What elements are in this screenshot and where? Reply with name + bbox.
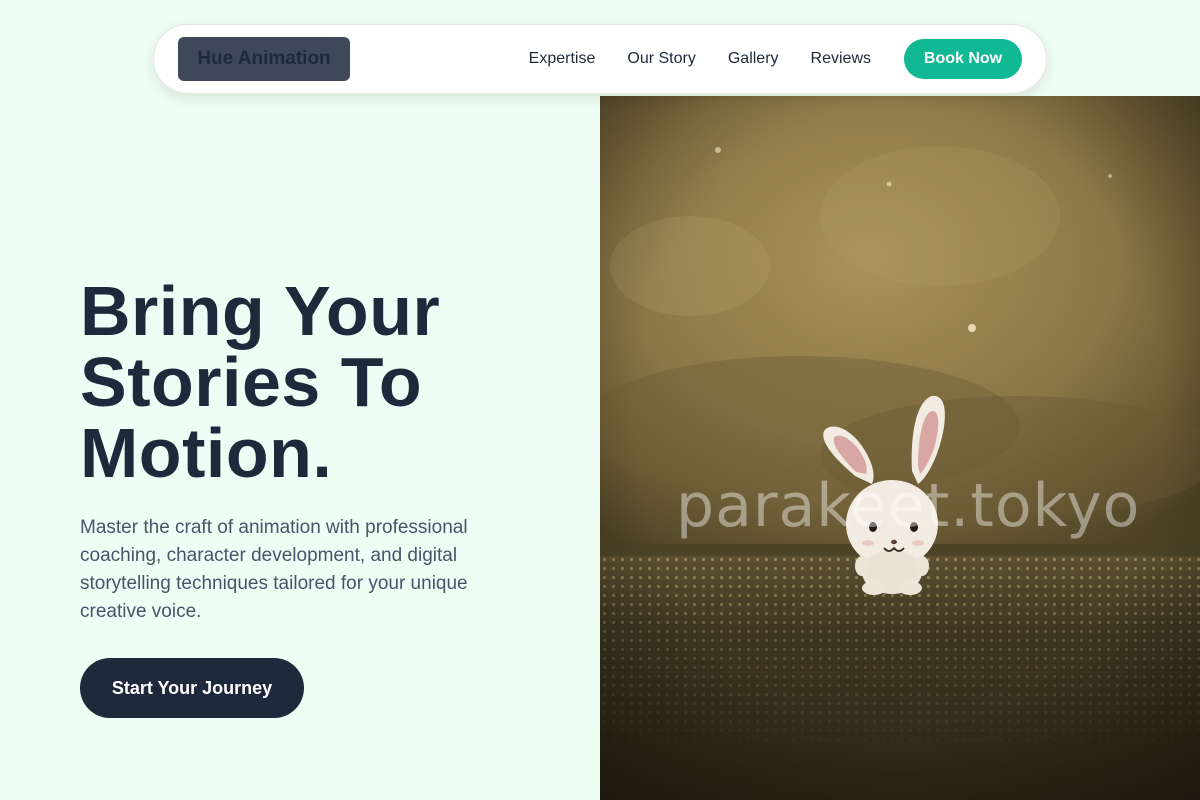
hero-title: Bring Your Stories To Motion. <box>80 276 580 489</box>
book-now-button[interactable]: Book Now <box>904 39 1022 79</box>
hero-image: parakeet.tokyo <box>600 96 1200 800</box>
hero-description: Master the craft of animation with profe… <box>80 517 468 622</box>
nav-links: Expertise Our Story Gallery Reviews <box>529 50 871 68</box>
top-navbar: Hue Animation Expertise Our Story Galler… <box>153 24 1047 94</box>
nav-link-our-story[interactable]: Our Story <box>627 50 695 68</box>
nav-link-reviews[interactable]: Reviews <box>811 50 871 68</box>
hero-title-line: Motion. <box>80 414 333 492</box>
image-watermark: parakeet.tokyo <box>676 471 1141 541</box>
brand-logo[interactable]: Hue Animation <box>178 37 350 81</box>
hero-title-line: Stories To <box>80 343 423 421</box>
nav-link-expertise[interactable]: Expertise <box>529 50 596 68</box>
start-journey-button[interactable]: Start Your Journey <box>80 658 304 718</box>
nav-link-gallery[interactable]: Gallery <box>728 50 779 68</box>
hero-title-line: Bring Your <box>80 272 441 350</box>
bunny-photo <box>600 96 1200 800</box>
